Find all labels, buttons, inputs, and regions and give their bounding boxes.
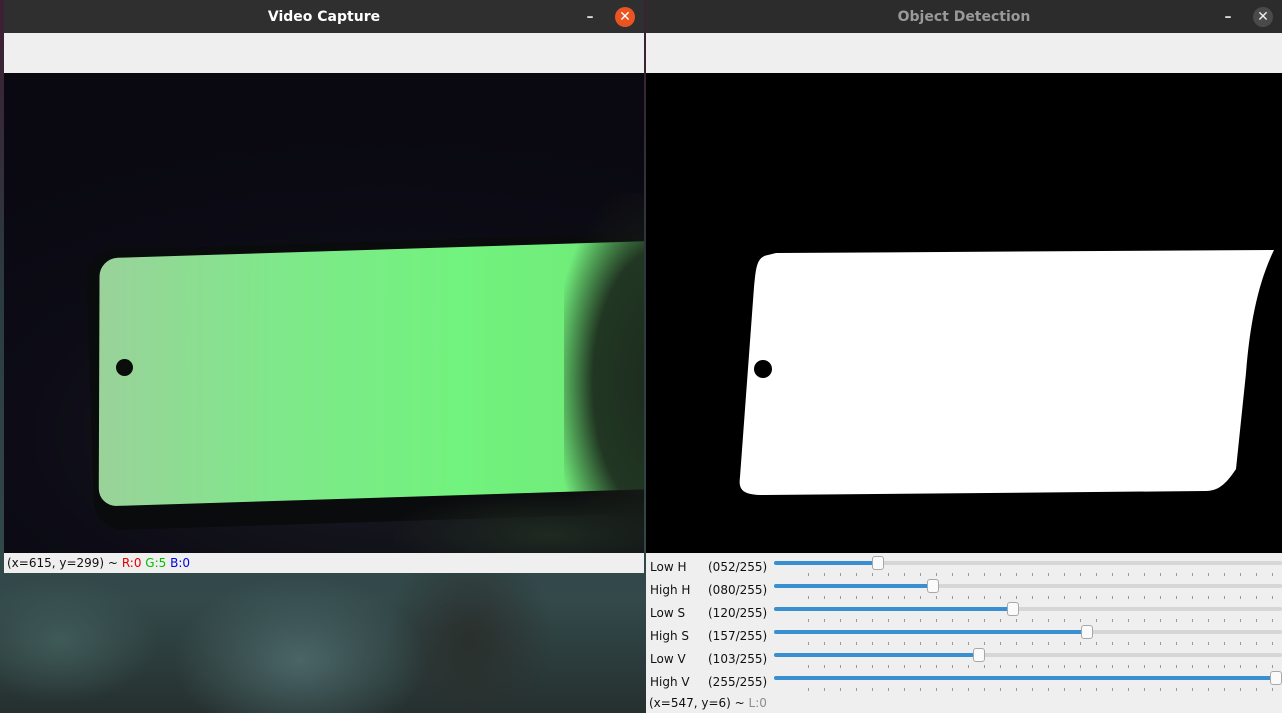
trackbar-high-s: High S (157/255) <box>646 624 1282 647</box>
trackbar-value: (080/255) <box>708 583 768 597</box>
video-capture-titlebar[interactable]: Video Capture – ✕ <box>4 0 644 33</box>
phone-screen <box>98 239 644 507</box>
trackbar-label: High S <box>650 629 690 643</box>
trackbar-fill <box>774 630 1087 634</box>
trackbar-slider[interactable] <box>774 602 1282 616</box>
trackbar-ticks <box>808 619 1282 622</box>
trackbar-low-h: Low H (052/255) <box>646 555 1282 578</box>
trackbar-fill <box>774 653 979 657</box>
status-green: G:5 <box>145 556 167 570</box>
object-detection-toolbar <box>646 33 1282 74</box>
status-blue: B:0 <box>170 556 191 570</box>
minimize-icon: – <box>1224 9 1232 25</box>
trackbar-value: (052/255) <box>708 560 768 574</box>
status-coords: (x=547, y=6) ~ <box>649 696 745 710</box>
trackbar-handle[interactable] <box>1007 602 1019 616</box>
trackbar-fill <box>774 676 1282 680</box>
close-icon: ✕ <box>1257 9 1269 25</box>
trackbar-ticks <box>808 596 1282 599</box>
status-luminance: L:0 <box>748 696 767 710</box>
minimize-button[interactable]: – <box>580 7 600 27</box>
object-detection-titlebar[interactable]: Object Detection – ✕ <box>646 0 1282 33</box>
trackbar-ticks <box>808 665 1282 668</box>
trackbar-label: Low S <box>650 606 686 620</box>
hand-shadow-bottom <box>394 493 644 553</box>
window-title: Video Capture <box>267 8 381 25</box>
object-detection-window: Object Detection – ✕ Low H (052/255) High … <box>646 0 1282 713</box>
detected-object-mask <box>739 250 1274 495</box>
video-capture-toolbar <box>4 33 644 74</box>
trackbar-panel: Low H (052/255) High H (080/255) Low S (120/2… <box>646 553 1282 693</box>
trackbar-slider[interactable] <box>774 556 1282 570</box>
trackbar-label: Low V <box>650 652 686 666</box>
status-red: R:0 <box>121 556 142 570</box>
trackbar-label: High V <box>650 675 690 689</box>
video-status-bar: (x=615, y=299) ~ R:0 G:5 B:0 <box>4 553 644 573</box>
trackbar-fill <box>774 584 933 588</box>
window-title: Object Detection <box>897 8 1031 25</box>
trackbar-ticks <box>808 573 1282 576</box>
trackbar-handle[interactable] <box>927 579 939 593</box>
video-frame[interactable] <box>4 73 644 553</box>
trackbar-value: (103/255) <box>708 652 768 666</box>
trackbar-slider[interactable] <box>774 625 1282 639</box>
minimize-button[interactable]: – <box>1218 7 1238 27</box>
trackbar-handle[interactable] <box>872 556 884 570</box>
trackbar-low-v: Low V (103/255) <box>646 647 1282 670</box>
close-button[interactable]: ✕ <box>1253 7 1273 27</box>
trackbar-slider[interactable] <box>774 648 1282 662</box>
trackbar-ticks <box>808 642 1282 645</box>
trackbar-high-v: High V (255/255) <box>646 670 1282 693</box>
trackbar-ticks <box>808 688 1282 691</box>
trackbar-label: Low H <box>650 560 687 574</box>
trackbar-slider[interactable] <box>774 579 1282 593</box>
status-coords: (x=615, y=299) ~ <box>7 556 118 570</box>
trackbar-fill <box>774 561 878 565</box>
trackbar-handle[interactable] <box>1270 671 1282 685</box>
detection-status-bar: (x=547, y=6) ~ L:0 <box>646 693 1282 713</box>
mask-frame[interactable] <box>646 73 1282 553</box>
video-capture-window: Video Capture – ✕ (x=615, y=299) ~ R:0 G… <box>4 0 644 573</box>
trackbar-value: (157/255) <box>708 629 768 643</box>
trackbar-handle[interactable] <box>1081 625 1093 639</box>
trackbar-low-s: Low S (120/255) <box>646 601 1282 624</box>
minimize-icon: – <box>586 9 594 25</box>
close-button[interactable]: ✕ <box>615 7 635 27</box>
trackbar-value: (120/255) <box>708 606 768 620</box>
trackbar-fill <box>774 607 1013 611</box>
trackbar-label: High H <box>650 583 691 597</box>
trackbar-high-h: High H (080/255) <box>646 578 1282 601</box>
trackbar-slider[interactable] <box>774 671 1282 685</box>
trackbar-value: (255/255) <box>708 675 768 689</box>
camera-hole <box>116 359 133 376</box>
close-icon: ✕ <box>619 9 631 25</box>
trackbar-handle[interactable] <box>973 648 985 662</box>
